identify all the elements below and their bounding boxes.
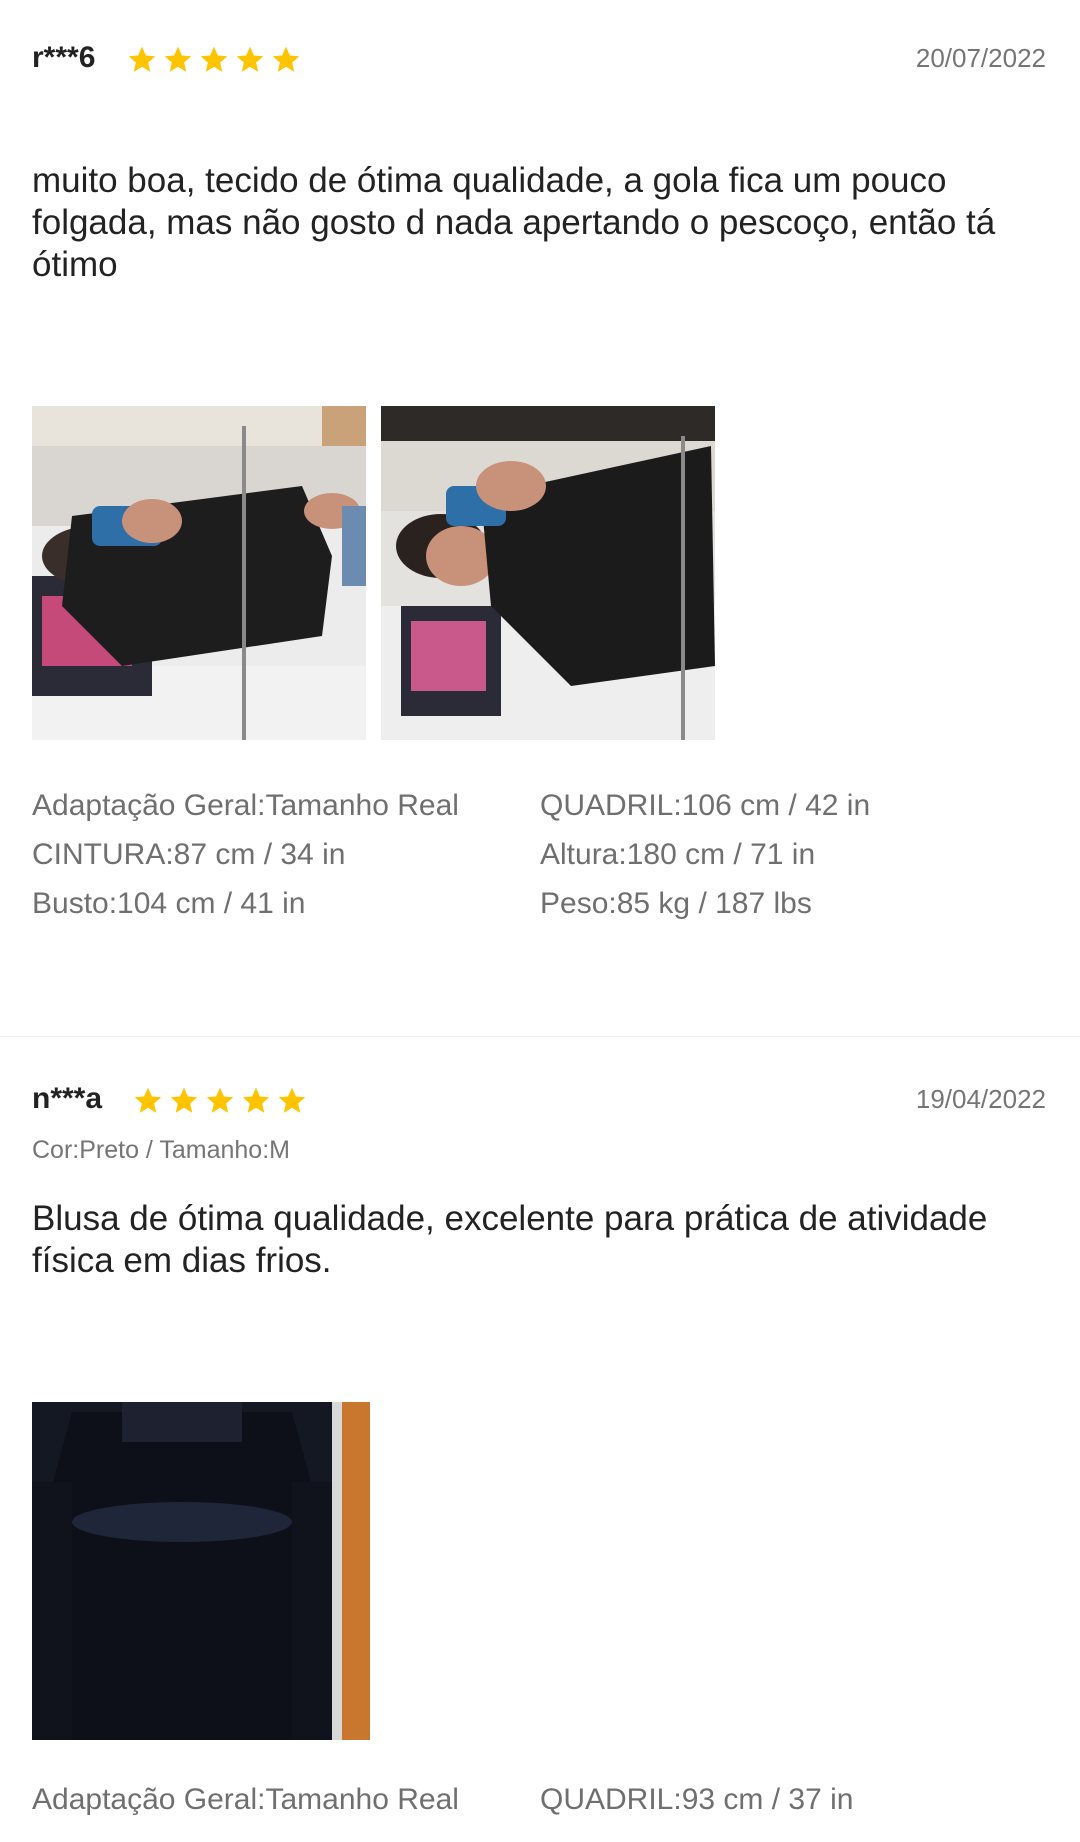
hip-attribute: QUADRIL:93 cm / 37 in — [540, 1783, 854, 1816]
hip-attribute: QUADRIL:106 cm / 42 in — [540, 789, 871, 822]
review-photo-image — [32, 1402, 370, 1740]
review-photo-image — [32, 406, 366, 740]
star-icon — [276, 1085, 308, 1117]
star-icon — [270, 44, 302, 76]
star-rating — [126, 44, 302, 76]
fit-attribute: Adaptação Geral:Tamanho Real — [32, 1783, 459, 1816]
star-icon — [126, 44, 158, 76]
review-photo[interactable] — [32, 1402, 370, 1740]
review-date: 19/04/2022 — [915, 1084, 1046, 1114]
height-attribute: Altura:180 cm / 71 in — [540, 838, 816, 871]
waist-attribute: CINTURA:87 cm / 34 in — [32, 838, 346, 871]
review-photo[interactable] — [32, 406, 366, 740]
review-card: r***6 20/07/2022 muito boa, tecido de ót… — [0, 0, 1080, 1036]
review-card: n***a 19/04/2022 Cor:Preto / Tamanho:M B… — [0, 1037, 1080, 1842]
review-photo-image — [381, 406, 715, 740]
review-text: Blusa de ótima qualidade, excelente para… — [32, 1199, 988, 1280]
reviewer-name: n***a — [32, 1082, 103, 1115]
star-icon — [132, 1085, 164, 1117]
star-icon — [234, 44, 266, 76]
star-icon — [204, 1085, 236, 1117]
star-icon — [168, 1085, 200, 1117]
weight-attribute: Peso:85 kg / 187 lbs — [540, 887, 812, 920]
star-icon — [198, 44, 230, 76]
bust-attribute: Busto:104 cm / 41 in — [32, 887, 306, 920]
reviewer-name: r***6 — [32, 41, 96, 74]
star-rating — [132, 1085, 308, 1117]
review-date: 20/07/2022 — [915, 43, 1046, 73]
review-text: muito boa, tecido de ótima qualidade, a … — [32, 161, 996, 284]
review-photo[interactable] — [381, 406, 715, 740]
star-icon — [240, 1085, 272, 1117]
fit-attribute: Adaptação Geral:Tamanho Real — [32, 789, 459, 822]
variant-info: Cor:Preto / Tamanho:M — [32, 1136, 290, 1164]
star-icon — [162, 44, 194, 76]
